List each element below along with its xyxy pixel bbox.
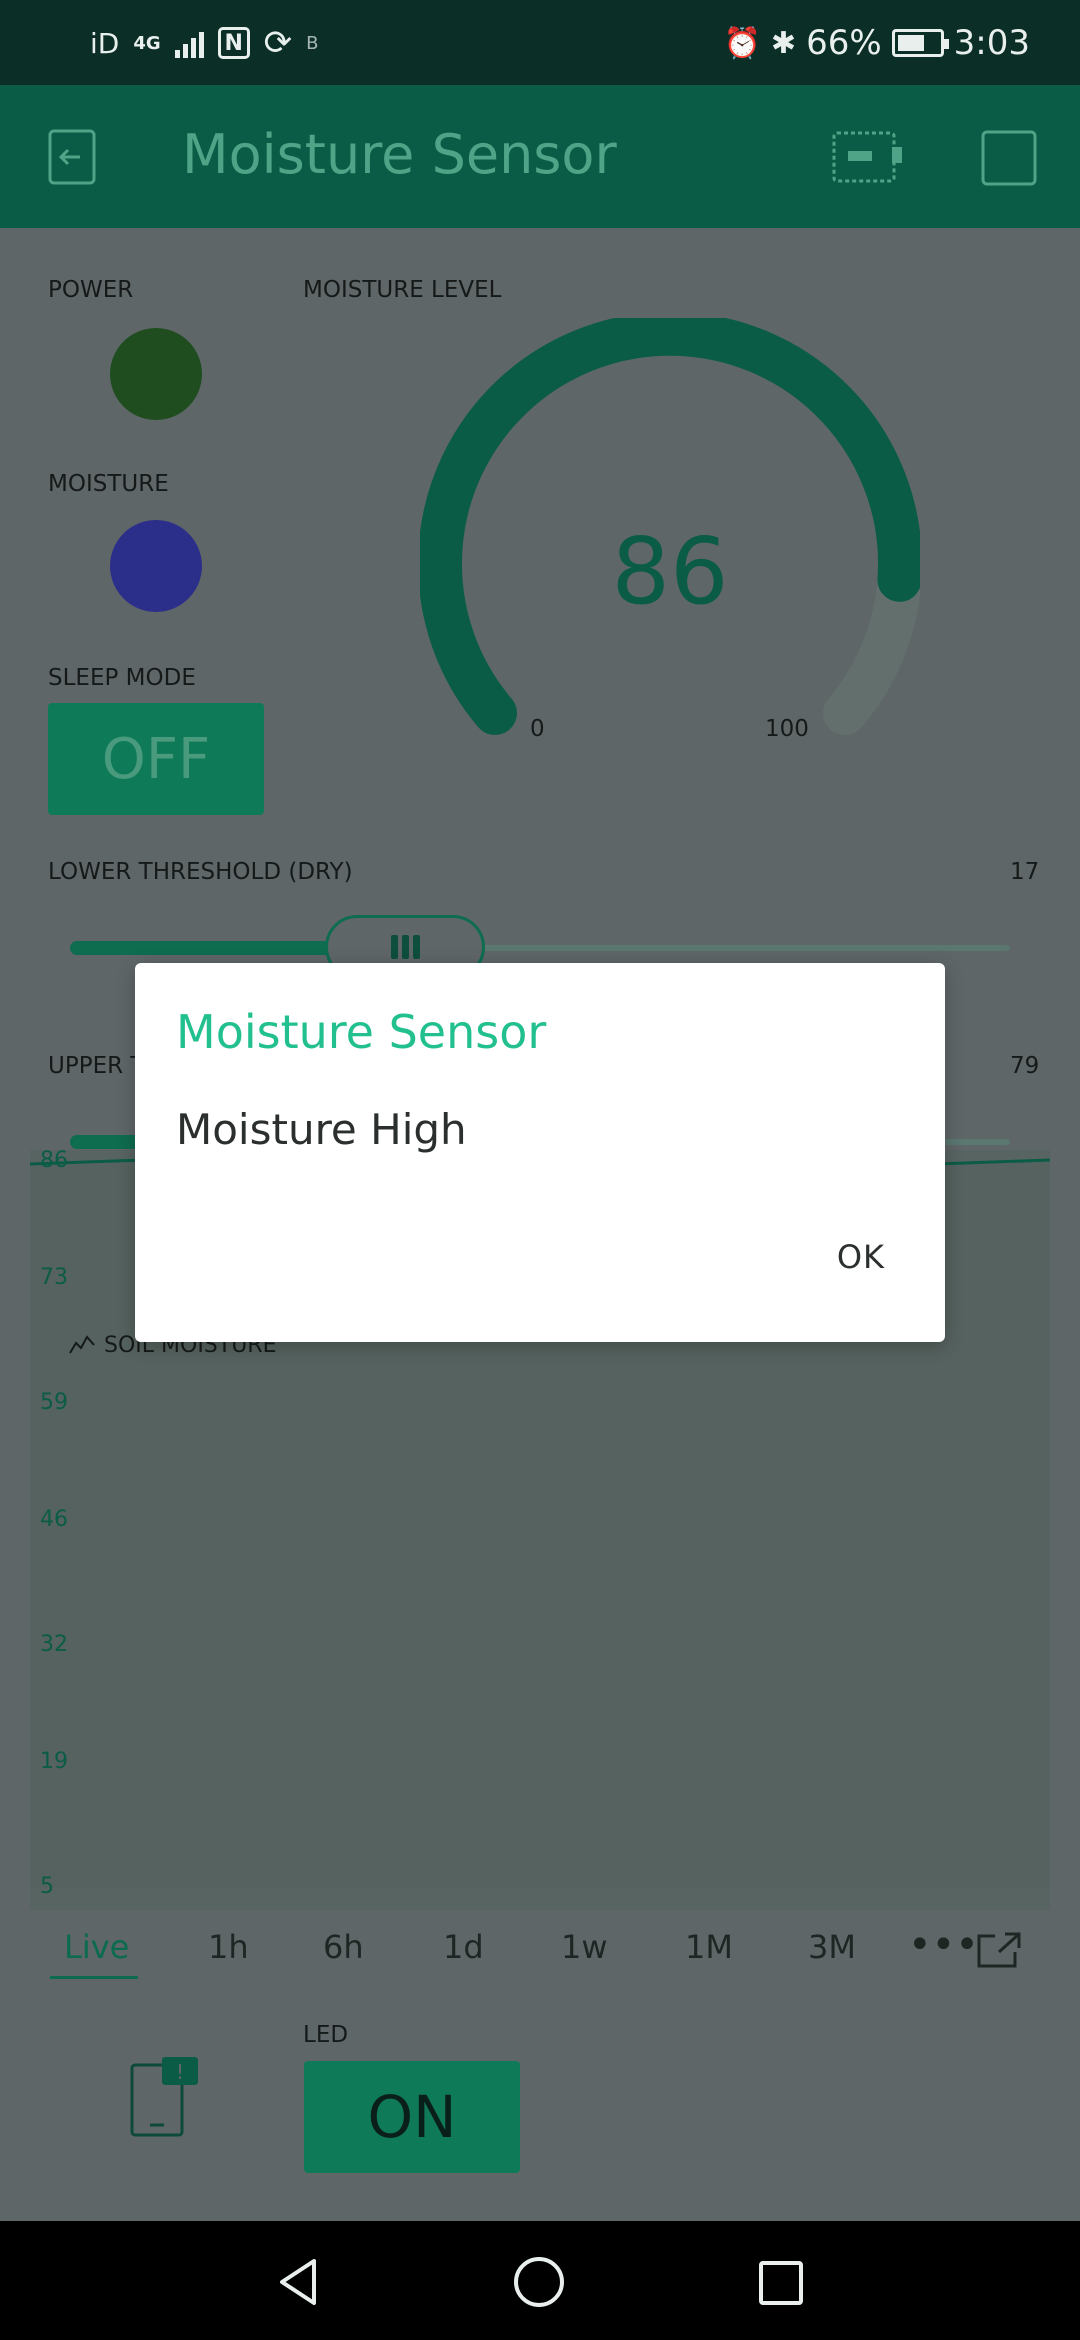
sync-icon: ⟳ (263, 23, 293, 63)
system-nav-bar (0, 2221, 1080, 2340)
back-icon[interactable] (274, 2257, 324, 2307)
clock: 3:03 (953, 23, 1030, 63)
battery-icon (891, 29, 949, 57)
range-tab-1h[interactable]: 1h (208, 1928, 249, 1966)
upper-threshold-label: UPPER T (48, 1053, 145, 1079)
range-tab-1w[interactable]: 1w (561, 1928, 608, 1966)
export-icon[interactable] (975, 1930, 1023, 1970)
square-icon[interactable] (980, 129, 1038, 187)
moisture-led (110, 520, 202, 612)
nfc-icon: N (217, 27, 250, 59)
gauge-max: 100 (765, 716, 809, 742)
bluetooth-icon: ✱ (770, 25, 797, 61)
upper-threshold-value: 79 (1010, 1053, 1040, 1079)
signal-icon (174, 28, 204, 58)
app-title: Moisture Sensor (182, 123, 617, 186)
moisture-label: MOISTURE (48, 471, 169, 497)
home-icon[interactable] (512, 2255, 566, 2309)
range-tab-live[interactable]: Live (64, 1928, 129, 1966)
y-tick-label: 19 (40, 1748, 68, 1774)
sleep-mode-label: SLEEP MODE (48, 665, 196, 691)
device-icon[interactable] (830, 129, 904, 185)
range-tab-1m[interactable]: 1M (685, 1928, 733, 1966)
alarm-icon: ⏰ (723, 25, 761, 61)
lower-threshold-value: 17 (1010, 859, 1040, 885)
network-type: 4G (133, 32, 161, 54)
y-tick-label: 46 (40, 1506, 68, 1532)
y-tick-label: 86 (40, 1148, 68, 1173)
chart-icon (69, 1335, 95, 1354)
y-tick-label: 5 (40, 1874, 54, 1899)
app-bar: Moisture Sensor (0, 85, 1080, 228)
svg-text:!: ! (176, 2060, 184, 2084)
live-tab-underline (50, 1976, 138, 1979)
moisture-level-label: MOISTURE LEVEL (303, 277, 502, 303)
notification-device-icon[interactable]: ! (128, 2055, 202, 2139)
battery-percent: 66% (806, 23, 882, 63)
range-tab-3m[interactable]: 3M (808, 1928, 856, 1966)
power-label: POWER (48, 277, 134, 303)
status-bar: iD 4G N ⟳ B ⏰ ✱ 66% 3:03 (0, 0, 1080, 85)
gauge-value: 86 (611, 518, 729, 625)
range-tab-6h[interactable]: 6h (323, 1928, 364, 1966)
power-led (110, 328, 202, 420)
dialog-title: Moisture Sensor (176, 1005, 547, 1059)
more-icon[interactable]: ••• (908, 1922, 979, 1968)
sleep-mode-button[interactable]: OFF (48, 703, 264, 815)
y-tick-label: 32 (40, 1632, 68, 1657)
lower-threshold-label: LOWER THRESHOLD (DRY) (48, 859, 353, 885)
exit-icon[interactable] (40, 125, 104, 189)
lower-threshold-fill (70, 941, 340, 955)
y-tick-label: 73 (40, 1264, 68, 1290)
gauge-min: 0 (530, 716, 545, 742)
alert-dialog: Moisture Sensor Moisture High OK (135, 963, 945, 1342)
led-label: LED (303, 2022, 349, 2048)
range-tab-1d[interactable]: 1d (443, 1928, 484, 1966)
carrier-label: iD (90, 26, 120, 60)
y-tick-label: 59 (40, 1390, 68, 1415)
dialog-message: Moisture High (176, 1105, 467, 1154)
dialog-ok-button[interactable]: OK (837, 1238, 885, 1276)
battery-fill (897, 35, 924, 51)
bt-label: B (306, 32, 319, 54)
led-button[interactable]: ON (304, 2061, 520, 2173)
recents-icon[interactable] (757, 2259, 805, 2307)
